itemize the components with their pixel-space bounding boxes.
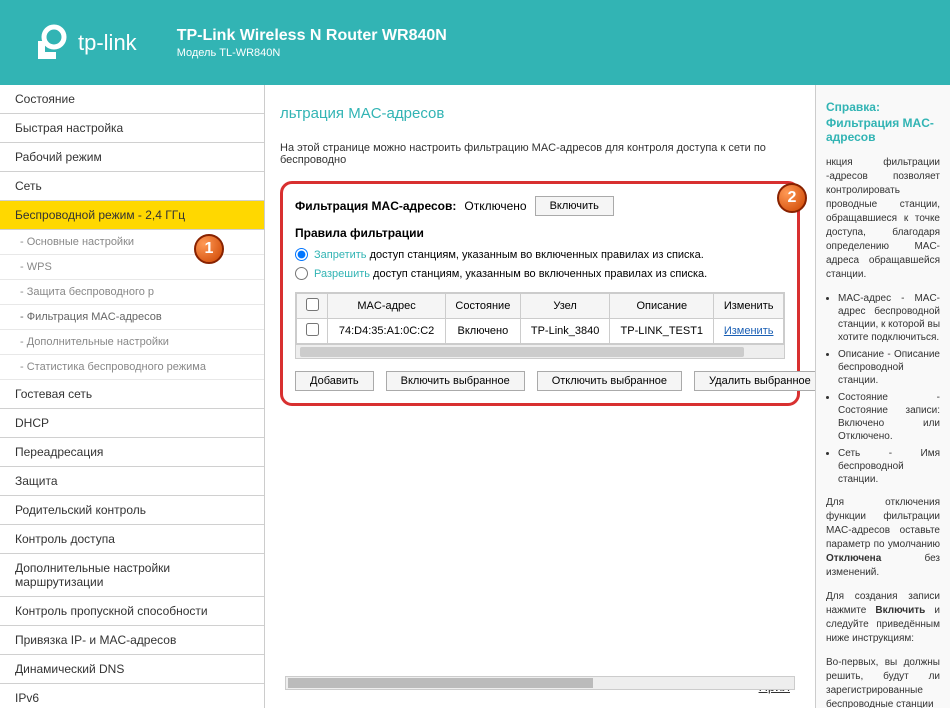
- sidebar-item[interactable]: Защита: [0, 467, 264, 496]
- help-bullets: MAC-адрес - MAC-адрес беспроводной станц…: [838, 292, 940, 486]
- sidebar-item[interactable]: DHCP: [0, 409, 264, 438]
- help-p2: Для отключения функции фильтрации MAC-ад…: [826, 496, 940, 580]
- edit-link[interactable]: Изменить: [724, 325, 774, 337]
- help-intro: нкция фильтрации -адресов позволяет конт…: [826, 156, 940, 282]
- filter-status: Отключено: [464, 199, 526, 213]
- row-checkbox[interactable]: [306, 323, 319, 336]
- table-row: 74:D4:35:A1:0C:C2 Включено TP-Link_3840 …: [297, 319, 784, 344]
- sidebar-item[interactable]: Беспроводной режим - 2,4 ГГц: [0, 201, 264, 230]
- radio-allow-label: Разрешить доступ станциям, указанным во …: [314, 268, 707, 280]
- content-area: льтрация MAC-адресов На этой странице мо…: [265, 85, 815, 708]
- rules-title: Правила фильтрации: [295, 226, 785, 240]
- sidebar-subitem[interactable]: - WPS: [0, 255, 264, 280]
- col-desc: Описание: [610, 294, 714, 319]
- sidebar-subitem[interactable]: - Основные настройки: [0, 230, 264, 255]
- page-title: льтрация MAC-адресов: [280, 105, 800, 122]
- help-bullet: MAC-адрес - MAC-адрес беспроводной станц…: [838, 292, 940, 344]
- sidebar-item[interactable]: Контроль доступа: [0, 525, 264, 554]
- sidebar-item[interactable]: IPv6: [0, 684, 264, 708]
- cell-host: TP-Link_3840: [520, 319, 609, 344]
- annotation-badge-2: 2: [777, 183, 807, 213]
- sidebar-item[interactable]: Сеть: [0, 172, 264, 201]
- enable-button[interactable]: Включить: [535, 196, 614, 216]
- sidebar-item[interactable]: Родительский контроль: [0, 496, 264, 525]
- col-edit: Изменить: [714, 294, 784, 319]
- col-host: Узел: [520, 294, 609, 319]
- col-state: Состояние: [445, 294, 520, 319]
- radio-deny[interactable]: [295, 248, 308, 261]
- help-title: Справка:: [826, 100, 940, 114]
- help-subtitle: Фильтрация MAC-адресов: [826, 116, 940, 144]
- page-description: На этой странице можно настроить фильтра…: [280, 142, 800, 166]
- col-mac: MAC-адрес: [328, 294, 445, 319]
- add-button[interactable]: Добавить: [295, 371, 374, 391]
- sidebar-item[interactable]: Рабочий режим: [0, 143, 264, 172]
- help-p3: Для создания записи нажмите Включить и с…: [826, 590, 940, 646]
- header: tp-link TP-Link Wireless N Router WR840N…: [0, 0, 950, 85]
- help-bullet: Состояние - Состояние записи: Включено и…: [838, 391, 940, 443]
- header-info: TP-Link Wireless N Router WR840N Модель …: [177, 27, 447, 59]
- help-p4: Во-первых, вы должны решить, будут ли за…: [826, 656, 940, 708]
- cell-state: Включено: [445, 319, 520, 344]
- delete-selected-button[interactable]: Удалить выбранное: [694, 371, 815, 391]
- table-header-row: MAC-адрес Состояние Узел Описание Измени…: [297, 294, 784, 319]
- brand-text: tp-link: [78, 30, 137, 56]
- table-scrollbar[interactable]: [296, 344, 784, 358]
- sidebar-item[interactable]: Дополнительные настройки маршрутизации: [0, 554, 264, 597]
- sidebar-item[interactable]: Привязка IP- и MAC-адресов: [0, 626, 264, 655]
- sidebar-subitem[interactable]: - Статистика беспроводного режима: [0, 355, 264, 380]
- product-title: TP-Link Wireless N Router WR840N: [177, 27, 447, 45]
- radio-deny-label: Запретить доступ станциям, указанным во …: [314, 249, 704, 261]
- mac-table-wrap: MAC-адрес Состояние Узел Описание Измени…: [295, 292, 785, 359]
- help-bullet: Описание - Описание беспроводной станции…: [838, 348, 940, 387]
- mac-table: MAC-адрес Состояние Узел Описание Измени…: [296, 293, 784, 344]
- sidebar: СостояниеБыстрая настройкаРабочий режимС…: [0, 85, 265, 708]
- product-model: Модель TL-WR840N: [177, 47, 447, 59]
- highlight-box: Фильтрация MAC-адресов: Отключено Включи…: [280, 181, 800, 406]
- cell-mac: 74:D4:35:A1:0C:C2: [328, 319, 445, 344]
- brand-logo: tp-link: [30, 23, 137, 63]
- sidebar-subitem[interactable]: - Защита беспроводного р: [0, 280, 264, 305]
- enable-selected-button[interactable]: Включить выбранное: [386, 371, 525, 391]
- sidebar-item[interactable]: Состояние: [0, 85, 264, 114]
- sidebar-item[interactable]: Переадресация: [0, 438, 264, 467]
- radio-allow[interactable]: [295, 267, 308, 280]
- help-bullet: Сеть - Имя беспроводной станции.: [838, 447, 940, 486]
- disable-selected-button[interactable]: Отключить выбранное: [537, 371, 682, 391]
- annotation-badge-1: 1: [194, 234, 224, 264]
- sidebar-subitem[interactable]: - Дополнительные настройки: [0, 330, 264, 355]
- content-scrollbar[interactable]: [285, 676, 795, 690]
- sidebar-item[interactable]: Контроль пропускной способности: [0, 597, 264, 626]
- filter-label: Фильтрация MAC-адресов:: [295, 199, 456, 213]
- tplink-logo-icon: [30, 23, 70, 63]
- sidebar-subitem[interactable]: - Фильтрация MAC-адресов: [0, 305, 264, 330]
- sidebar-item[interactable]: Динамический DNS: [0, 655, 264, 684]
- sidebar-item[interactable]: Быстрая настройка: [0, 114, 264, 143]
- cell-desc: TP-LINK_TEST1: [610, 319, 714, 344]
- select-all-checkbox[interactable]: [306, 298, 319, 311]
- sidebar-item[interactable]: Гостевая сеть: [0, 380, 264, 409]
- help-panel: Справка: Фильтрация MAC-адресов нкция фи…: [815, 85, 950, 708]
